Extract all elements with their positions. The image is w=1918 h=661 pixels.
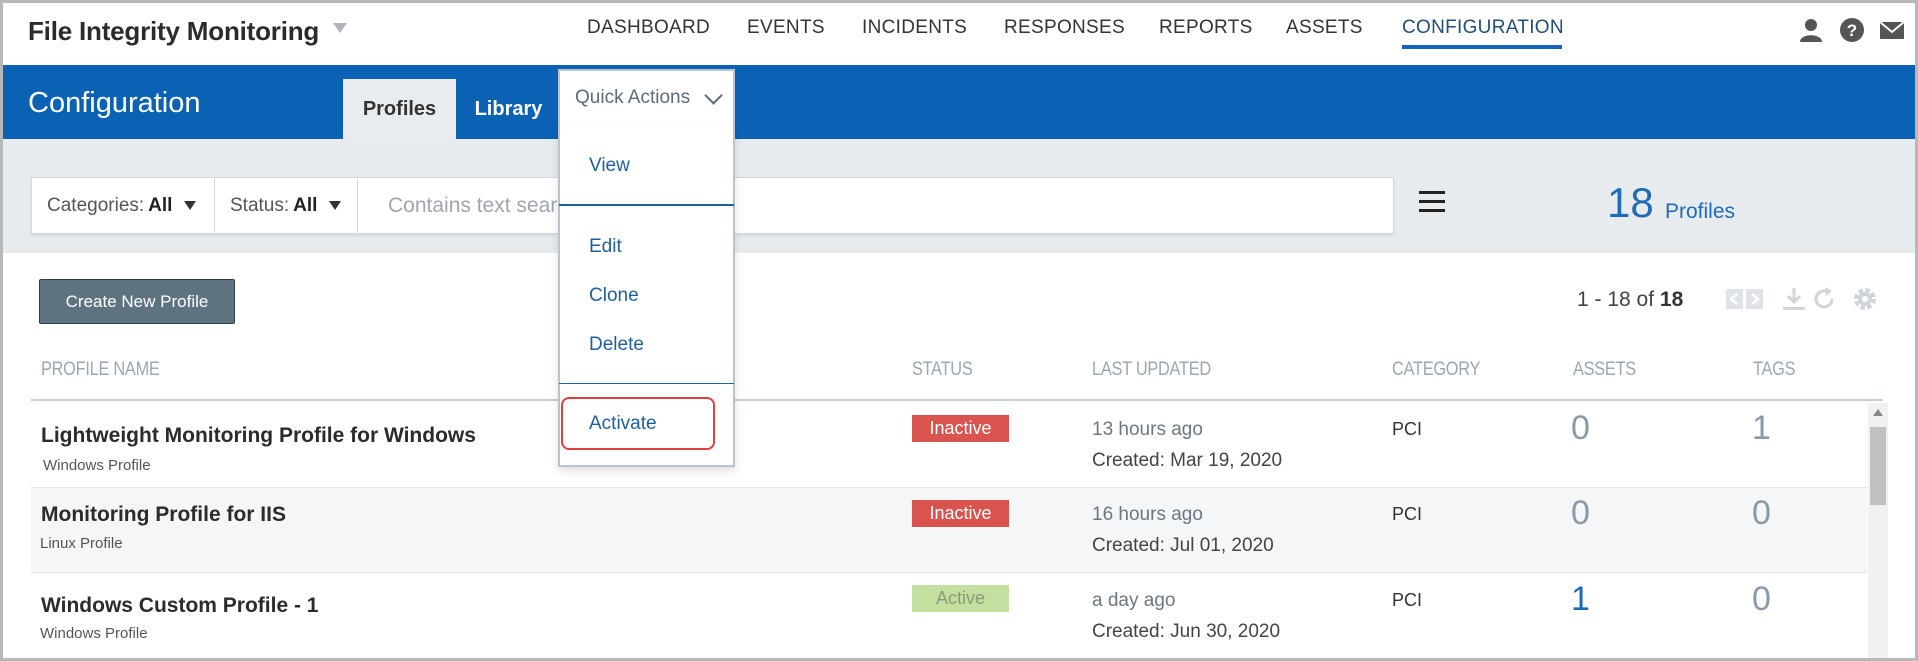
categories-filter-value: All — [148, 194, 173, 216]
category: PCI — [1392, 590, 1423, 610]
page-prev-next-icon[interactable] — [1725, 285, 1765, 313]
tags-count[interactable]: 1 — [1752, 409, 1771, 448]
category: PCI — [1392, 504, 1423, 524]
pager-range: 1 - 18 of — [1577, 288, 1655, 311]
create-new-profile-button[interactable]: Create New Profile — [39, 279, 235, 324]
menu-item-view[interactable]: View — [589, 155, 630, 177]
column-header-last-updated[interactable]: LAST UPDATED — [1092, 359, 1211, 381]
categories-filter-label: Categories: — [47, 194, 145, 216]
assets-count[interactable]: 1 — [1571, 580, 1590, 619]
menu-divider — [559, 204, 734, 206]
status-filter[interactable]: Status: All — [215, 178, 358, 233]
settings-gear-icon[interactable] — [1851, 285, 1879, 313]
pager-total: 18 — [1659, 288, 1684, 311]
refresh-icon[interactable] — [1811, 285, 1837, 313]
profile-count: 18 — [1607, 179, 1654, 226]
assets-count[interactable]: 0 — [1571, 494, 1590, 533]
menu-item-activate[interactable]: Activate — [589, 413, 657, 435]
status-caret-icon — [329, 201, 342, 210]
last-updated: a day ago — [1092, 590, 1176, 611]
categories-filter[interactable]: Categories: All — [32, 178, 215, 233]
scrollbar-thumb[interactable] — [1870, 427, 1886, 505]
status-badge: Inactive — [912, 500, 1009, 527]
created-date: Created: Jun 30, 2020 — [1092, 621, 1281, 642]
column-header-profile-name[interactable]: PROFILE NAME — [41, 359, 160, 381]
profile-name[interactable]: Monitoring Profile for IIS — [41, 503, 286, 527]
svg-text:?: ? — [1847, 21, 1857, 40]
nav-incidents[interactable]: INCIDENTS — [862, 17, 967, 39]
app-title: File Integrity Monitoring — [28, 16, 320, 46]
menu-divider — [559, 383, 734, 384]
tab-library[interactable]: Library — [461, 79, 556, 139]
column-header-category[interactable]: CATEGORY — [1392, 359, 1480, 381]
page-header-band — [3, 65, 1915, 139]
nav-reports[interactable]: REPORTS — [1159, 17, 1253, 39]
menu-item-clone[interactable]: Clone — [589, 285, 639, 307]
column-header-status[interactable]: STATUS — [912, 359, 973, 381]
page-title: Configuration — [28, 87, 201, 119]
status-filter-value: All — [293, 194, 318, 216]
profile-type: Linux Profile — [40, 535, 123, 552]
quick-actions-label: Quick Actions — [575, 87, 691, 108]
nav-assets[interactable]: ASSETS — [1286, 17, 1363, 39]
status-badge: Active — [912, 585, 1009, 612]
profile-count-label: Profiles — [1665, 200, 1736, 223]
search-input[interactable] — [358, 178, 1388, 233]
assets-count[interactable]: 0 — [1571, 409, 1590, 448]
scroll-up-icon[interactable] — [1873, 409, 1883, 416]
status-filter-label: Status: — [230, 194, 290, 216]
column-header-assets[interactable]: ASSETS — [1573, 359, 1636, 381]
app-switcher-caret-icon[interactable] — [333, 23, 347, 33]
hamburger-menu-icon[interactable] — [1419, 191, 1445, 215]
column-header-tags[interactable]: TAGS — [1753, 359, 1796, 381]
profile-name[interactable]: Lightweight Monitoring Profile for Windo… — [41, 424, 476, 448]
created-date: Created: Jul 01, 2020 — [1092, 535, 1274, 556]
nav-configuration[interactable]: CONFIGURATION — [1402, 17, 1564, 39]
top-header: File Integrity Monitoring DASHBOARD EVEN… — [3, 3, 1915, 65]
last-updated: 16 hours ago — [1092, 504, 1203, 525]
pager-info: 1 - 18 of 18 — [1577, 288, 1683, 312]
download-icon[interactable] — [1781, 285, 1807, 313]
app-window: File Integrity Monitoring DASHBOARD EVEN… — [0, 0, 1918, 661]
profile-type: Windows Profile — [40, 625, 148, 642]
status-badge: Inactive — [912, 415, 1009, 442]
nav-dashboard[interactable]: DASHBOARD — [587, 17, 710, 39]
mail-icon[interactable] — [1879, 17, 1905, 43]
profile-name[interactable]: Windows Custom Profile - 1 — [41, 594, 319, 618]
menu-item-delete[interactable]: Delete — [589, 334, 644, 356]
user-icon[interactable] — [1798, 17, 1824, 43]
nav-events[interactable]: EVENTS — [747, 17, 825, 39]
active-nav-indicator — [1402, 45, 1562, 49]
help-icon[interactable]: ? — [1839, 17, 1865, 43]
created-date: Created: Mar 19, 2020 — [1092, 450, 1283, 471]
category: PCI — [1392, 419, 1423, 439]
tab-profiles[interactable]: Profiles — [343, 79, 456, 139]
tags-count[interactable]: 0 — [1752, 494, 1771, 533]
menu-item-edit[interactable]: Edit — [589, 236, 622, 258]
profile-type: Windows Profile — [43, 457, 151, 474]
categories-caret-icon — [184, 201, 197, 210]
tags-count[interactable]: 0 — [1752, 580, 1771, 619]
last-updated: 13 hours ago — [1092, 419, 1203, 440]
nav-responses[interactable]: RESPONSES — [1004, 17, 1125, 39]
